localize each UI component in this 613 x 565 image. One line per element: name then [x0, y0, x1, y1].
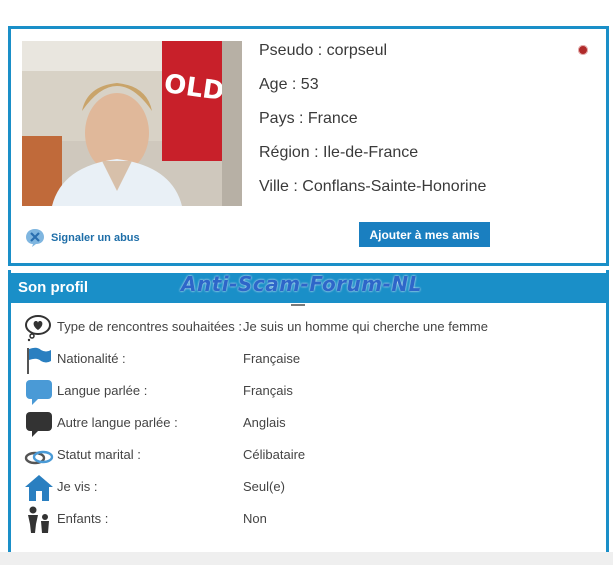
flag-icon: [24, 346, 54, 374]
family-icon: [24, 506, 54, 534]
pseudo-text: Pseudo : corpseul: [259, 42, 388, 59]
city-text: Ville : Conflans-Sainte-Honorine: [259, 178, 487, 195]
profile-label: Statut marital :: [57, 447, 141, 462]
region-text: Région : Ile-de-France: [259, 144, 419, 161]
profile-label: Je vis :: [57, 479, 98, 494]
divider: [291, 304, 305, 306]
page-bottom-bar: [0, 552, 613, 565]
dark-speech-bubble-icon: [24, 410, 54, 438]
profile-row-nationality: Nationalité : Française: [11, 344, 606, 376]
profile-value: Seul(e): [243, 479, 285, 494]
add-friend-button[interactable]: Ajouter à mes amis: [359, 222, 490, 247]
profile-row-marital-status: Statut marital : Célibataire: [11, 440, 606, 472]
user-card: OLD Pseudo : corpseul Age : 53 Pays : Fr…: [8, 26, 609, 266]
profile-value: Je suis un homme qui cherche une femme: [243, 319, 488, 334]
profile-label: Autre langue parlée :: [57, 415, 178, 430]
report-abuse-label: Signaler un abus: [51, 232, 140, 244]
watermark-text: Anti-Scam-Forum-NL: [181, 272, 422, 296]
report-abuse-link[interactable]: Signaler un abus: [25, 228, 140, 248]
profile-value: Français: [243, 383, 293, 398]
profile-photo[interactable]: OLD: [22, 41, 242, 206]
online-status-icon: [578, 45, 588, 55]
profile-label: Type de rencontres souhaitées :: [57, 319, 243, 334]
rings-icon: [24, 442, 54, 470]
profile-row-living: Je vis : Seul(e): [11, 472, 606, 504]
profile-value: Non: [243, 511, 267, 526]
profile-label: Enfants :: [57, 511, 109, 526]
profile-row-language: Langue parlée : Français: [11, 376, 606, 408]
heart-bubble-icon: [24, 314, 54, 342]
profile-label: Nationalité :: [57, 351, 126, 366]
country-text: Pays : France: [259, 110, 358, 127]
profile-section: Son profil Type de rencontres souhaitées…: [8, 270, 609, 560]
profile-value: Française: [243, 351, 301, 366]
profile-value: Anglais: [243, 415, 286, 430]
profile-row-other-language: Autre langue parlée : Anglais: [11, 408, 606, 440]
profile-value: Célibataire: [243, 447, 306, 462]
age-text: Age : 53: [259, 76, 319, 93]
speech-bubble-icon: [24, 378, 54, 406]
profile-label: Langue parlée :: [57, 383, 148, 398]
profile-row-children: Enfants : Non: [11, 504, 606, 536]
report-icon: [25, 228, 45, 248]
profile-row-meeting-type: Type de rencontres souhaitées : Je suis …: [11, 312, 606, 344]
house-icon: [24, 474, 54, 502]
